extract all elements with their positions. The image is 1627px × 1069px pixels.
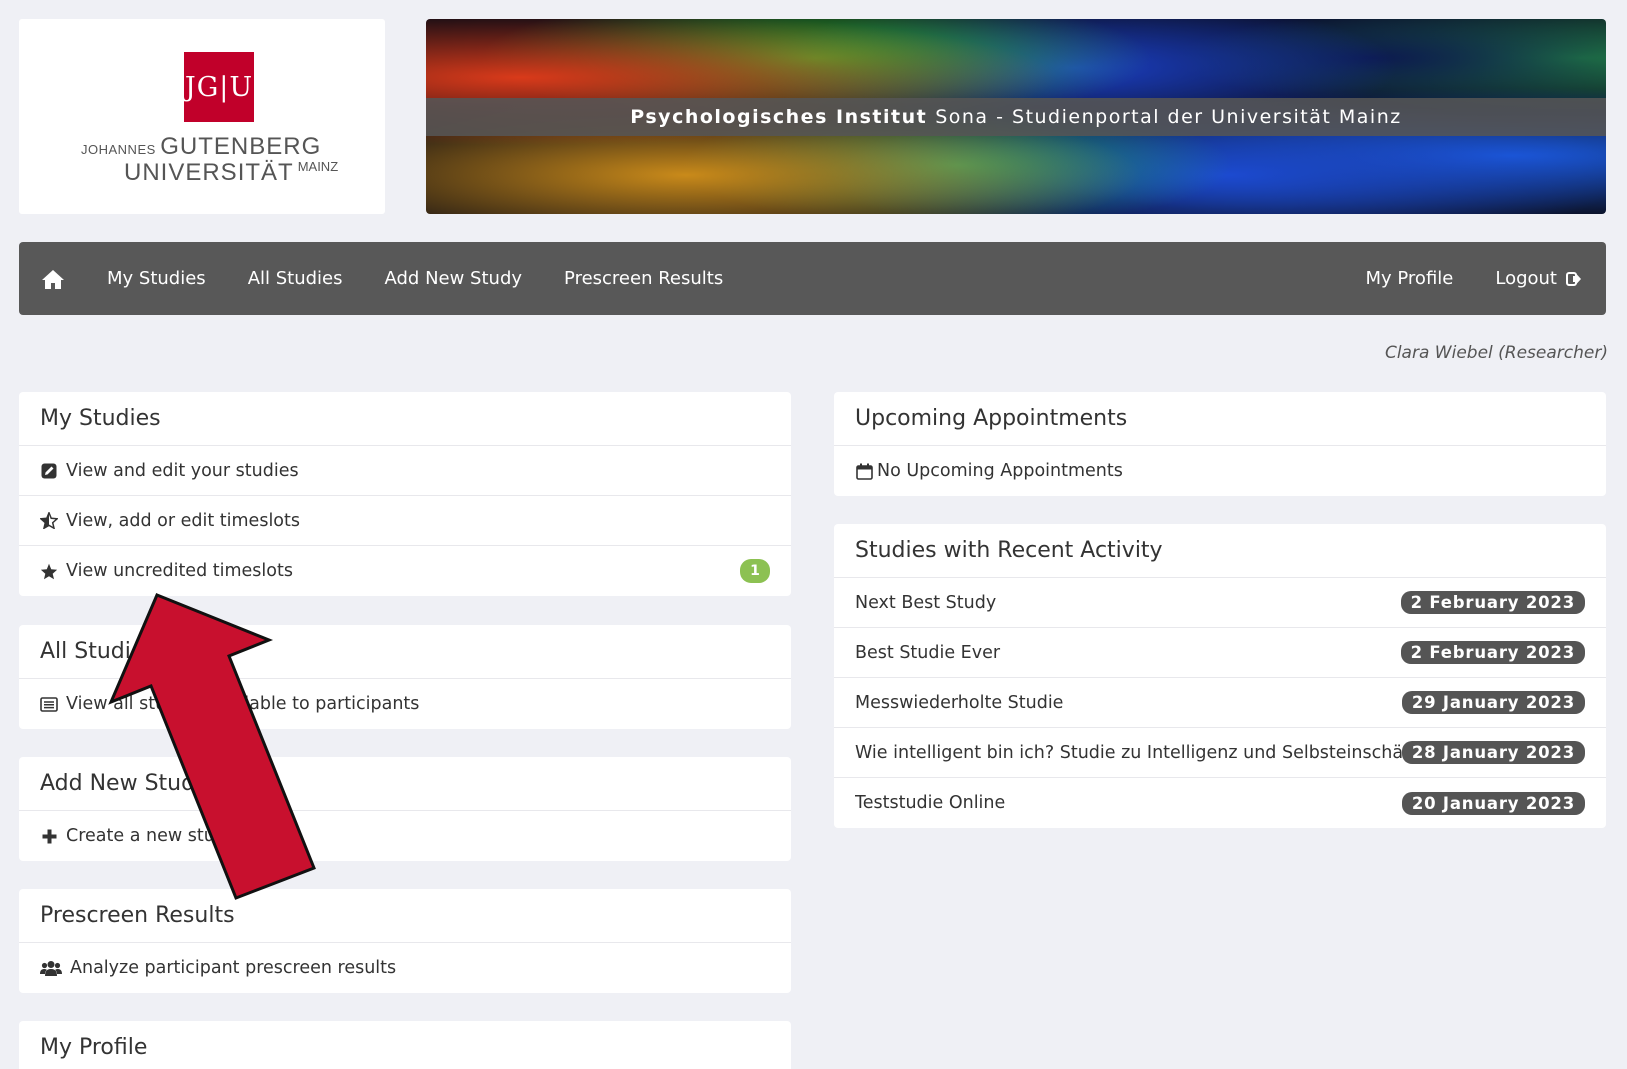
panel-recent-activity: Studies with Recent Activity Next Best S… [834,524,1606,828]
calendar-icon [855,462,873,480]
activity-date-badge: 20 January 2023 [1401,791,1585,815]
nav-logout-label: Logout [1495,268,1557,289]
header-banner: Psychologisches Institut Sona - Studienp… [426,19,1606,214]
row-create-new-study[interactable]: Create a new study [19,811,791,861]
current-user: Clara Wiebel (Researcher) [1384,343,1608,363]
university-logo: JG|U JOHANNES GUTENBERG UNIVERSITÄT MAINZ [19,19,385,214]
panel-title: All Studies [19,625,791,679]
banner-title-rest: Sona - Studienportal der Universität Mai… [935,106,1402,128]
row-view-add-edit-timeslots[interactable]: View, add or edit timeslots [19,496,791,546]
panel-title: Upcoming Appointments [834,392,1606,446]
study-name: Best Studie Ever [855,642,1001,663]
nav-my-profile[interactable]: My Profile [1344,268,1474,289]
activity-date-badge: 2 February 2023 [1400,641,1585,664]
users-icon [40,959,62,977]
recent-study-row[interactable]: Messwiederholte Studie 29 January 2023 [834,678,1606,728]
panel-title: Prescreen Results [19,889,791,943]
row-label: View and edit your studies [66,460,299,481]
study-name: Next Best Study [855,592,997,613]
home-icon [42,269,64,289]
list-icon [40,695,58,713]
recent-study-row[interactable]: Best Studie Ever 2 February 2023 [834,628,1606,678]
panel-title: Studies with Recent Activity [834,524,1606,578]
row-view-edit-studies[interactable]: View and edit your studies [19,446,791,496]
logo-gutenberg: GUTENBERG [160,133,322,160]
nav-add-new-study[interactable]: Add New Study [364,268,544,289]
logo-universitaet: UNIVERSITÄT [124,159,294,186]
uncredited-count-badge: 1 [740,559,770,583]
activity-date-badge: 29 January 2023 [1401,691,1585,714]
row-label: No Upcoming Appointments [877,461,1123,481]
panel-title: My Studies [19,392,791,446]
row-view-uncredited-timeslots[interactable]: View uncredited timeslots 1 [19,546,791,596]
study-name: Teststudie Online [855,793,1006,813]
study-name: Wie intelligent bin ich? Studie zu Intel… [855,742,1402,763]
activity-date-badge: 28 January 2023 [1401,741,1585,764]
panel-prescreen-results: Prescreen Results Analyze participant pr… [19,889,791,993]
panel-upcoming-appointments: Upcoming Appointments No Upcoming Appoin… [834,392,1606,496]
activity-date-badge: 2 February 2023 [1400,591,1585,614]
panel-add-new-study: Add New Study Create a new study [19,757,791,861]
study-name: Messwiederholte Studie [855,692,1064,713]
edit-icon [40,462,58,480]
star-icon [40,562,58,580]
row-label: View uncredited timeslots [66,561,293,581]
logo-text-line1: JOHANNES GUTENBERG [81,133,341,161]
nav-my-studies[interactable]: My Studies [86,268,227,289]
panel-title: My Profile [19,1021,791,1069]
recent-study-row[interactable]: Next Best Study 2 February 2023 [834,578,1606,628]
panel-all-studies: All Studies View all studies available t… [19,625,791,729]
row-label: Create a new study [66,826,237,846]
row-label: View, add or edit timeslots [66,510,300,531]
row-label: Analyze participant prescreen results [70,958,397,978]
recent-study-row[interactable]: Wie intelligent bin ich? Studie zu Intel… [834,728,1606,778]
logout-icon [1566,271,1581,286]
row-view-all-studies[interactable]: View all studies available to participan… [19,679,791,729]
main-navbar: My Studies All Studies Add New Study Pre… [19,242,1606,315]
recent-study-row[interactable]: Teststudie Online 20 January 2023 [834,778,1606,828]
plus-icon [40,827,58,845]
nav-right-group: My Profile Logout [1344,268,1606,289]
logo-text-line2: UNIVERSITÄT MAINZ [124,159,338,187]
nav-all-studies[interactable]: All Studies [227,268,364,289]
panel-my-profile: My Profile [19,1021,791,1069]
nav-prescreen-results[interactable]: Prescreen Results [543,268,744,289]
row-analyze-prescreen[interactable]: Analyze participant prescreen results [19,943,791,993]
nav-logout[interactable]: Logout [1474,268,1603,289]
jgu-logo-mark: JG|U [184,52,254,122]
logo-mainz: MAINZ [297,159,339,174]
nav-my-profile-label: My Profile [1365,268,1454,289]
row-no-appointments: No Upcoming Appointments [834,446,1606,496]
logo-johannes: JOHANNES [81,142,156,157]
banner-title-bold: Psychologisches Institut [630,106,928,128]
panel-my-studies: My Studies View and edit your studies Vi… [19,392,791,596]
nav-home[interactable] [19,268,86,290]
panel-title: Add New Study [19,757,791,811]
star-half-icon [40,512,58,530]
banner-title: Psychologisches Institut Sona - Studienp… [426,98,1606,136]
row-label: View all studies available to participan… [66,694,420,714]
